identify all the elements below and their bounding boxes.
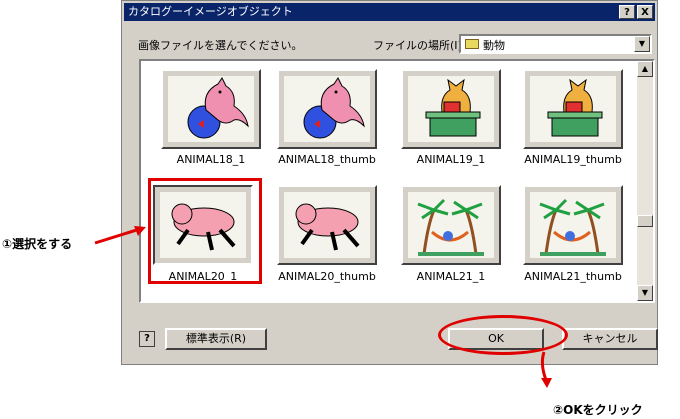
standard-view-button[interactable]: 標準表示(R) (165, 328, 267, 350)
thumbnail-animal21-1[interactable] (401, 185, 501, 265)
dialog-titlebar: カタログーイメージオブジェクト ? X (124, 3, 655, 21)
thumbnail-caption: ANIMAL18_1 (176, 153, 246, 166)
vertical-scrollbar[interactable]: ▲ ▼ (637, 61, 653, 301)
location-select[interactable]: 動物 ▼ (459, 34, 652, 54)
cancel-button[interactable]: キャンセル (562, 328, 658, 350)
thumbnail-animal19-1[interactable] (401, 69, 501, 149)
thumbnail-caption: ANIMAL21_thumb (524, 270, 622, 283)
close-button[interactable]: X (637, 5, 653, 19)
step2-annotation: ②OKをクリック (553, 403, 643, 417)
help-title-button[interactable]: ? (619, 5, 635, 19)
thumbnail-caption: ANIMAL20_thumb (278, 270, 376, 283)
ok-highlight-ellipse (438, 315, 568, 355)
select-prompt: 画像ファイルを選んでください。 (138, 39, 303, 52)
help-icon[interactable]: ? (139, 331, 155, 347)
palm-hammock-icon (539, 198, 606, 256)
dialog-title: カタログーイメージオブジェクト (128, 5, 293, 18)
step2-arrowhead (541, 378, 552, 388)
dropdown-arrow-icon[interactable]: ▼ (634, 36, 650, 52)
thumbnail-animal20-thumb[interactable] (277, 185, 377, 265)
pink-pig-icon (295, 203, 360, 251)
thumbnail-caption: ANIMAL19_1 (416, 153, 486, 166)
scroll-up-arrow-icon[interactable]: ▲ (637, 61, 653, 77)
thumbnail-animal21-thumb[interactable] (523, 185, 623, 265)
thumbnail-caption: ANIMAL18_thumb (278, 153, 376, 166)
cat-desk-icon (547, 78, 603, 137)
palm-hammock-icon (417, 198, 484, 256)
location-label: ファイルの場所(I): (373, 39, 466, 52)
step1-annotation: ①選択をする (2, 237, 73, 251)
selection-highlight-box (148, 178, 262, 284)
thumbnail-caption: ANIMAL21_1 (416, 270, 486, 283)
location-value: 動物 (483, 39, 505, 52)
scrollbar-thumb[interactable] (637, 215, 653, 227)
thumbnail-animal19-thumb[interactable] (523, 69, 623, 149)
cat-fishbowl-icon (187, 77, 249, 139)
scroll-down-arrow-icon[interactable]: ▼ (637, 285, 653, 301)
thumbnail-animal18-thumb[interactable] (277, 69, 377, 149)
cat-fishbowl-icon (303, 77, 365, 139)
thumbnail-caption: ANIMAL19_thumb (524, 153, 622, 166)
folder-icon (465, 39, 479, 49)
cat-desk-icon (425, 78, 481, 137)
thumbnail-animal18-1[interactable] (161, 69, 261, 149)
